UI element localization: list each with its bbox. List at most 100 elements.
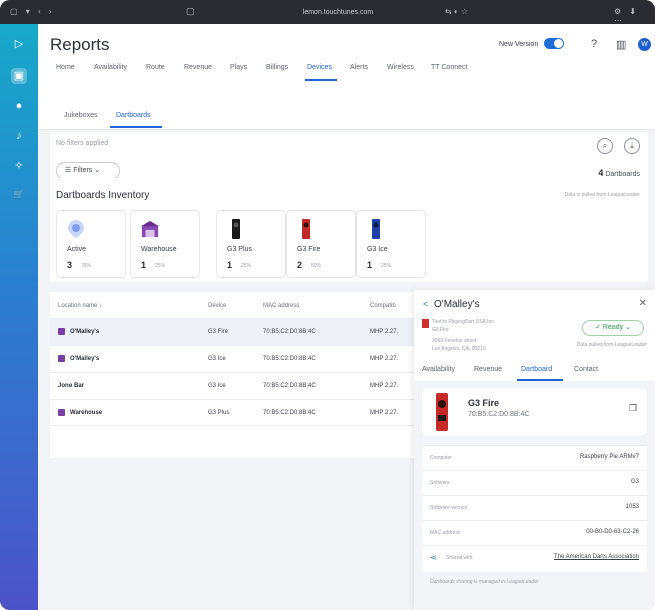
nav-availability[interactable]: Availability (94, 64, 127, 71)
column-header-mac[interactable]: MAC address (263, 303, 299, 309)
side-rail: ▷ ▣ ● ♪ ✧ 🛒 (0, 24, 38, 610)
cart-icon[interactable]: 🛒 (11, 186, 27, 202)
inventory-card-warehouse[interactable]: Warehouse 1 25% (130, 210, 200, 278)
tab-overview-icon[interactable]: ▢ (186, 6, 195, 17)
inventory-title: Dartboards Inventory (56, 190, 150, 201)
tab-revenue[interactable]: Revenue (474, 366, 502, 373)
devices-table: Location name ↓ Device MAC address Compa… (50, 292, 420, 458)
copy-icon[interactable]: ❐ (629, 403, 637, 414)
cell-compat: MHP 2.27. (370, 410, 399, 416)
cell-device: G3 Ice (208, 383, 226, 389)
reports-icon[interactable]: ▣ (11, 68, 27, 84)
library-icon[interactable]: ▥ (616, 38, 626, 51)
column-header-device[interactable]: Device (208, 303, 226, 309)
cell-location: O'Malley's (70, 329, 100, 335)
header-bar (38, 24, 655, 104)
close-icon[interactable]: ✕ (639, 298, 647, 309)
cell-mac: 70:B5:C2:D0:8B:4C (263, 356, 316, 362)
download-icon[interactable]: ⤓ (624, 138, 640, 154)
card-percent: 75% (81, 263, 92, 269)
table-row[interactable]: O'Malley's G3 Fire 70:B5:C2:D0:8B:4C MHP… (50, 318, 420, 345)
nav-devices[interactable]: Devices (307, 64, 332, 71)
card-label: Active (67, 246, 87, 253)
info-key: Software (430, 480, 450, 486)
search-icon[interactable]: ⌕ (597, 138, 613, 154)
tab-jukeboxes[interactable]: Jukeboxes (64, 112, 97, 119)
help-icon[interactable]: ? (591, 38, 597, 50)
browser-nav-controls[interactable]: ▢ ▾ ‹ › (10, 7, 55, 16)
table-row[interactable]: Jono Bar G3 Ice 70:B5:C2:D0:8B:4C MHP 2.… (50, 372, 420, 399)
inventory-card-g3-fire[interactable]: G3 Fire 2 50% (286, 210, 356, 278)
column-header-location[interactable]: Location name ↓ (58, 303, 102, 309)
panel-owner: Tied to PlayingDart USA Inc. (432, 319, 496, 325)
browser-right-controls[interactable]: ⚙ ⬇ ⋯ (614, 7, 655, 25)
tab-dartboard[interactable]: Dartboard (521, 366, 552, 373)
cell-mac: 70:B5:C2:D0:8B:4C (263, 383, 316, 389)
cell-location: Warehouse (70, 410, 103, 416)
dartboard-cabinet-icon (302, 219, 310, 239)
panel-footer-note: Dartboards sharing is managed in LeagueL… (430, 579, 539, 585)
card-count: 2 (297, 260, 303, 270)
table-row[interactable]: O'Malley's G3 Ice 70:B5:C2:D0:8B:4C MHP … (50, 345, 420, 372)
nav-billings[interactable]: Billings (266, 64, 288, 71)
no-filters-label: No filters applied (56, 140, 109, 147)
card-percent: 25% (155, 263, 166, 269)
inventory-card-g3-plus[interactable]: G3 Plus 1 25% (216, 210, 286, 278)
dartboard-cabinet-icon (232, 219, 240, 239)
nav-alerts[interactable]: Alerts (350, 64, 368, 71)
cell-mac: 70:B5:C2:D0:8B:4C (263, 329, 316, 335)
nav-route[interactable]: Route (146, 64, 165, 71)
logo-icon[interactable]: ▷ (11, 36, 27, 52)
tab-contact[interactable]: Contact (574, 366, 598, 373)
warehouse-icon (141, 220, 159, 238)
inventory-note: Data is pulled from LeagueLeader (564, 192, 640, 198)
card-count: 1 (227, 260, 233, 270)
info-row-computer: Computer Raspberry Pie ARMv7 (422, 445, 647, 470)
cell-compat: MHP 2.27. (370, 356, 399, 362)
info-value: 1053 (625, 504, 639, 510)
inventory-card-g3-ice[interactable]: G3 Ice 1 25% (356, 210, 426, 278)
inventory-card-active[interactable]: Active 3 75% (56, 210, 126, 278)
dartboard-count: 4 Dartboards (598, 168, 640, 178)
browser-mid-controls[interactable]: ⇆ ◐ ☆ (445, 7, 468, 16)
cell-device: G3 Ice (208, 356, 226, 362)
cell-location: O'Malley's (70, 356, 100, 362)
status-label: Ready (602, 324, 624, 331)
card-label: G3 Ice (367, 246, 388, 253)
new-version-toggle[interactable] (544, 38, 564, 49)
info-value: 00-B0-D0-63-C2-26 (586, 529, 639, 535)
main-content: Reports New Version ? ▥ W Home Availabil… (38, 24, 655, 610)
card-percent: 25% (381, 263, 392, 269)
info-row-mac: MAC address 00-B0-D0-63-C2-26 (422, 520, 647, 545)
location-icon (58, 409, 65, 416)
table-row[interactable]: Warehouse G3 Plus 70:B5:C2:D0:8B:4C MHP … (50, 399, 420, 426)
avatar[interactable]: W (638, 38, 651, 51)
nav-wireless[interactable]: Wireless (387, 64, 414, 71)
nav-tt-connect[interactable]: TT Connect (431, 64, 467, 71)
status-dropdown[interactable]: ✓ Ready ⌄ (582, 320, 644, 336)
tab-dartboards[interactable]: Dartboards (116, 112, 151, 119)
location-pin-icon[interactable]: ● (11, 98, 27, 114)
music-note-icon[interactable]: ♪ (11, 128, 27, 144)
cell-compat: MHP 2.27. (370, 383, 399, 389)
card-count: 3 (67, 260, 73, 270)
panel-note: Data pulled from LeagueLeader (576, 342, 647, 348)
nav-home[interactable]: Home (56, 64, 75, 71)
nav-active-indicator (305, 79, 337, 81)
nav-plays[interactable]: Plays (230, 64, 247, 71)
flag-icon (422, 319, 429, 328)
device-subtabs: Jukeboxes Dartboards (38, 104, 655, 130)
shared-with-link[interactable]: The American Darts Association (554, 554, 639, 560)
app-window: ▢ ▾ ‹ › ▢ lemon.touchtunes.com ⇆ ◐ ☆ ⚙ ⬇… (0, 0, 655, 610)
address-bar[interactable]: lemon.touchtunes.com (218, 6, 458, 19)
tab-availability[interactable]: Availability (422, 366, 455, 373)
analytics-icon[interactable]: ✧ (11, 158, 27, 174)
card-label: G3 Plus (227, 246, 252, 253)
card-percent: 25% (241, 263, 252, 269)
column-header-compat[interactable]: Compatib (370, 303, 396, 309)
panel-street: 3950 Fenelon street (432, 338, 477, 344)
browser-toolbar: ▢ ▾ ‹ › ▢ lemon.touchtunes.com ⇆ ◐ ☆ ⚙ ⬇… (0, 0, 655, 25)
nav-revenue[interactable]: Revenue (184, 64, 212, 71)
dartboard-count-label: Dartboards (605, 171, 640, 178)
share-icon[interactable]: < (423, 299, 428, 309)
